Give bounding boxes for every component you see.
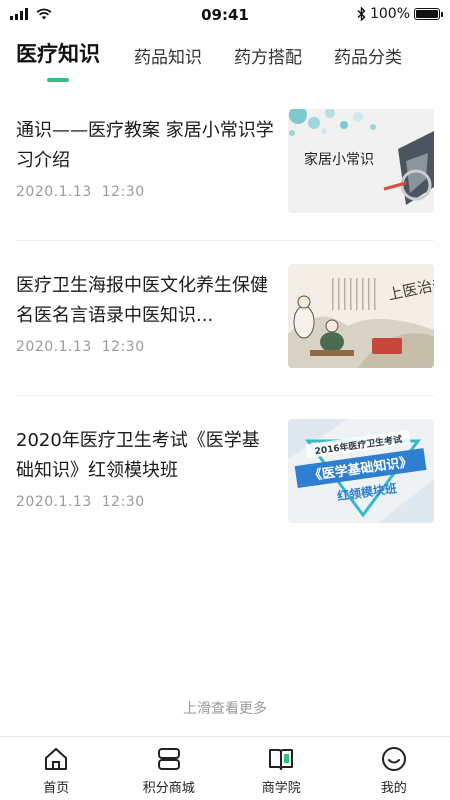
article-meta: 2020.1.13 12:30 bbox=[16, 184, 145, 200]
article-thumbnail: 家居小常识 bbox=[288, 109, 434, 213]
scroll-more-hint: 上滑查看更多 bbox=[183, 701, 267, 717]
battery-level bbox=[416, 10, 438, 18]
battery-percent: 100% bbox=[369, 6, 410, 22]
bottom-nav: 首页 积分商城 商学院 我的 bbox=[0, 736, 450, 800]
article-thumbnail: 上医治未病 bbox=[288, 264, 434, 368]
bluetooth-icon bbox=[357, 7, 366, 21]
status-bar: 09:41 100% bbox=[0, 0, 450, 30]
category-tabs: 医疗知识 药品知识 药方搭配 药品分类 bbox=[16, 38, 440, 82]
tab-label: 医疗知识 bbox=[16, 42, 100, 66]
article-thumbnail: 2016年医疗卫生考试 《医学基础知识》 红领模块班 bbox=[288, 419, 434, 523]
exam-course-banner-image: 2016年医疗卫生考试 《医学基础知识》 红领模块班 bbox=[288, 419, 434, 523]
tab-label: 药品分类 bbox=[334, 48, 402, 68]
nav-label: 首页 bbox=[43, 781, 70, 796]
tab-label: 药方搭配 bbox=[234, 48, 302, 68]
status-right: 100% bbox=[357, 6, 443, 22]
tab-drug-categories[interactable]: 药品分类 bbox=[334, 43, 402, 78]
nav-business-school[interactable]: 商学院 bbox=[225, 737, 338, 800]
article-date: 2020.1.13 bbox=[16, 339, 92, 355]
article-item[interactable]: 通识——医疗教案 家居小常识学习介绍 2020.1.13 12:30 家居小常识 bbox=[16, 86, 434, 241]
nav-label: 我的 bbox=[380, 781, 407, 796]
article-meta: 2020.1.13 12:30 bbox=[16, 339, 145, 355]
article-time: 12:30 bbox=[101, 494, 145, 510]
article-time: 12:30 bbox=[101, 184, 145, 200]
article-time: 12:30 bbox=[101, 339, 145, 355]
book-icon bbox=[269, 749, 294, 770]
battery-icon bbox=[414, 8, 443, 20]
tab-drug-knowledge[interactable]: 药品知识 bbox=[134, 43, 202, 78]
article-title: 通识——医疗教案 家居小常识学习介绍 bbox=[16, 120, 274, 171]
article-list: 通识——医疗教案 家居小常识学习介绍 2020.1.13 12:30 家居小常识 bbox=[16, 86, 434, 551]
nav-mine[interactable]: 我的 bbox=[338, 737, 450, 800]
tab-prescription-matching[interactable]: 药方搭配 bbox=[234, 43, 302, 78]
article-meta: 2020.1.13 12:30 bbox=[16, 494, 145, 510]
article-title: 医疗卫生海报中医文化养生保健名医名言语录中医知识... bbox=[16, 275, 268, 326]
tab-medical-knowledge[interactable]: 医疗知识 bbox=[16, 38, 100, 82]
points-mall-icon bbox=[157, 748, 180, 770]
article-date: 2020.1.13 bbox=[16, 494, 92, 510]
article-date: 2020.1.13 bbox=[16, 184, 92, 200]
active-tab-indicator bbox=[47, 78, 69, 82]
article-title: 2020年医疗卫生考试《医学基础知识》红领模块班 bbox=[16, 430, 260, 481]
nav-home[interactable]: 首页 bbox=[0, 737, 113, 800]
thumbnail-text: 家居小常识 bbox=[304, 151, 374, 168]
tab-label: 药品知识 bbox=[134, 48, 202, 68]
nav-label: 商学院 bbox=[261, 781, 301, 796]
article-item[interactable]: 2020年医疗卫生考试《医学基础知识》红领模块班 2020.1.13 12:30 … bbox=[16, 396, 434, 551]
nav-label: 积分商城 bbox=[142, 781, 195, 796]
chinese-medicine-painting-image: 上医治未病 bbox=[288, 264, 434, 368]
nav-points-mall[interactable]: 积分商城 bbox=[113, 737, 226, 800]
home-tips-image: 家居小常识 bbox=[288, 109, 434, 213]
article-item[interactable]: 医疗卫生海报中医文化养生保健名医名言语录中医知识... 2020.1.13 12:… bbox=[16, 241, 434, 396]
smiley-icon bbox=[381, 747, 406, 771]
home-icon bbox=[45, 748, 68, 770]
